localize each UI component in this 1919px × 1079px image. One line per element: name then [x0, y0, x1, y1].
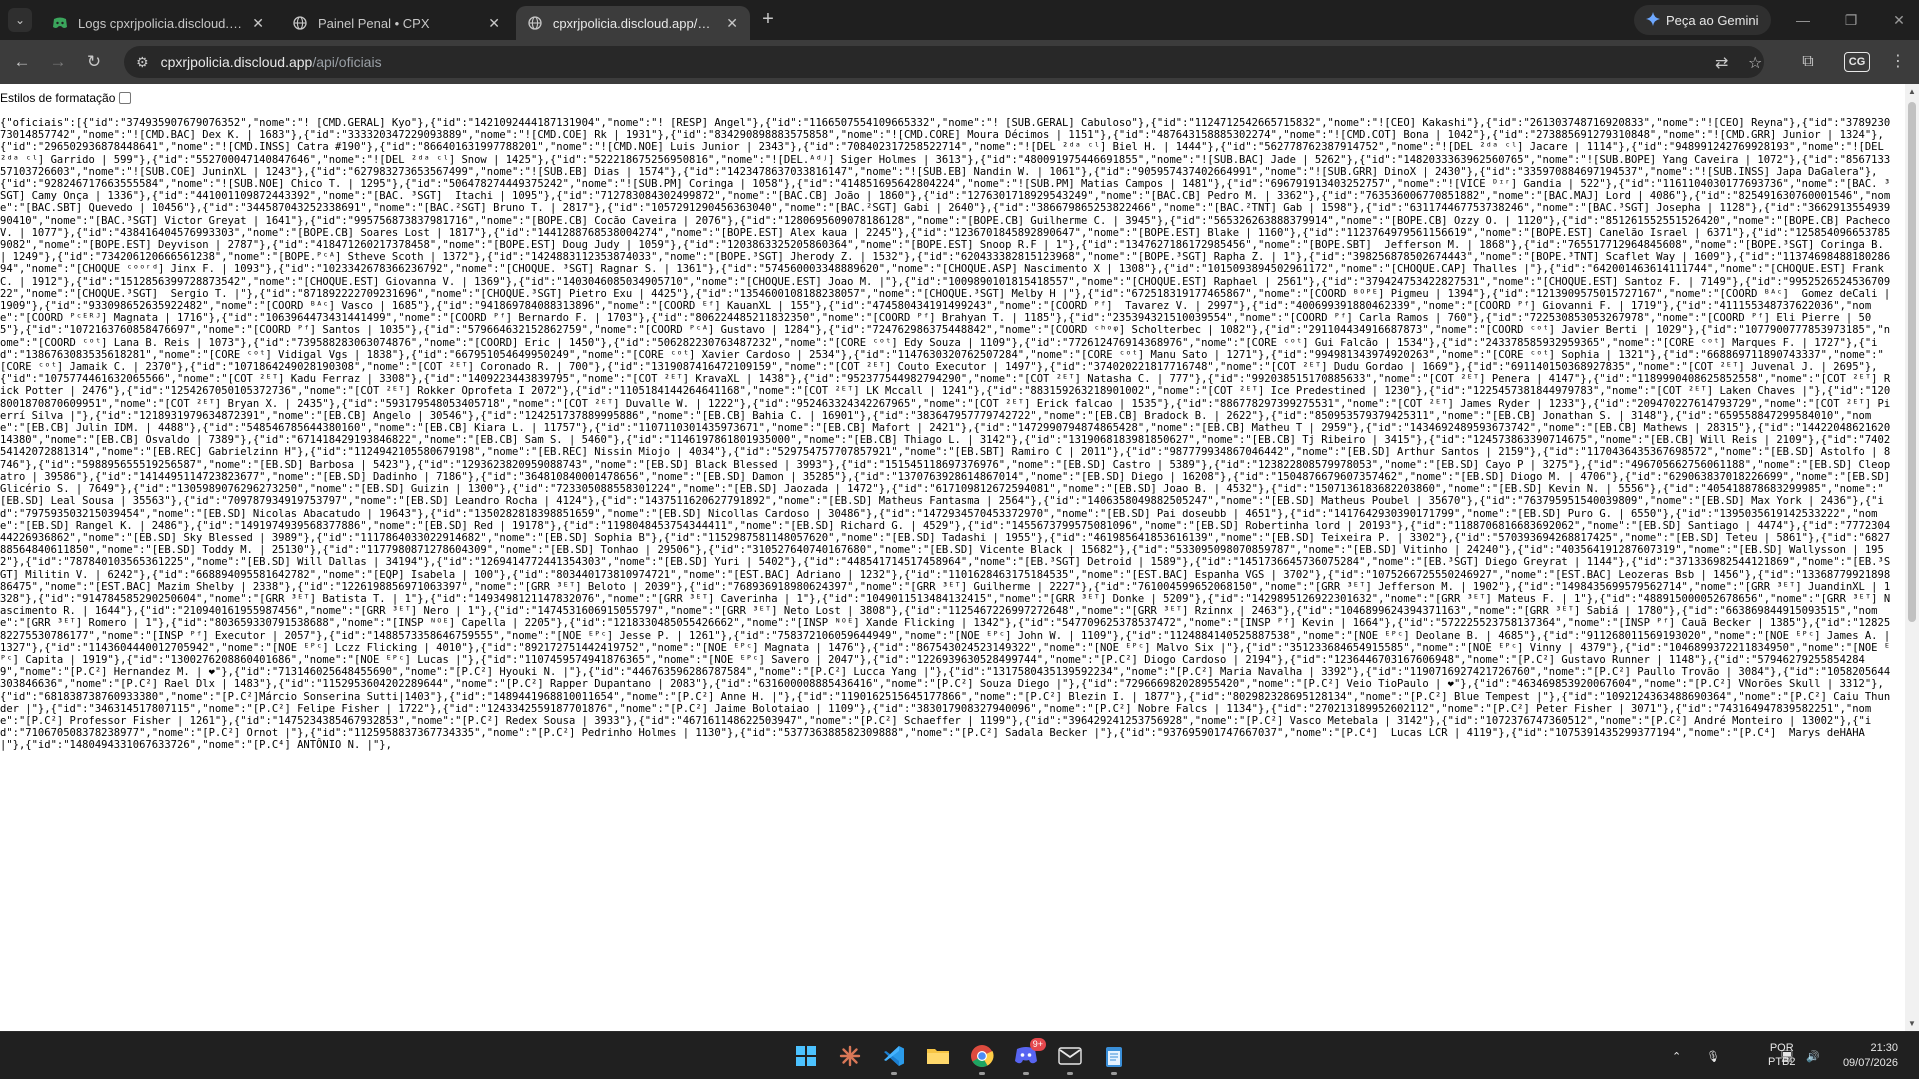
file-explorer-icon[interactable] — [922, 1040, 954, 1072]
scrollbar-thumb[interactable] — [1908, 102, 1916, 622]
microphone-icon[interactable]: 🎙 — [1706, 1032, 1720, 1079]
chrome-icon[interactable] — [966, 1040, 998, 1075]
more-menu-icon[interactable]: ⋮ — [1884, 49, 1912, 75]
close-tab-icon[interactable]: ✕ — [252, 15, 264, 32]
tab-search-button[interactable]: ⌄ — [8, 8, 32, 32]
tab-api-oficiais[interactable]: cpxrjpolicia.discloud.app/api/of ✕ — [516, 6, 750, 40]
restore-icon[interactable]: ❐ — [1836, 8, 1866, 32]
windows-start-icon[interactable] — [790, 1040, 822, 1072]
gmail-icon[interactable] — [1054, 1040, 1086, 1075]
tab-strip: ⌄ Logs cpxrjpolicia.discloud.app [ ✕ Pai… — [0, 0, 1919, 40]
globe-icon — [528, 15, 543, 31]
system-clock[interactable]: 21:30 09/07/2026 — [1836, 1041, 1898, 1071]
gemini-sparkle-icon — [1646, 11, 1660, 29]
tray-overflow-icon[interactable]: ⌃ — [1672, 1032, 1681, 1079]
new-tab-button[interactable]: + — [756, 8, 780, 32]
json-response-body: {"oficiais":[{"id":"374935907679076352",… — [0, 117, 1897, 752]
back-icon[interactable]: ← — [8, 49, 36, 75]
vscode-icon[interactable] — [878, 1040, 910, 1075]
running-indicator — [1067, 1072, 1073, 1075]
url-host: cpxrjpolicia.discloud.app — [160, 54, 313, 70]
bookmark-star-icon[interactable]: ☆ — [1748, 53, 1762, 73]
extensions-icon[interactable]: ⧉ — [1794, 49, 1822, 75]
site-info-icon[interactable]: ⚙ — [136, 54, 149, 71]
network-icon[interactable]: 🖥 — [1780, 1032, 1794, 1079]
vertical-scrollbar[interactable]: ▲ ▼ — [1905, 84, 1919, 1031]
running-indicator — [891, 1072, 897, 1075]
page-content: Estilos de formatação {"oficiais":[{"id"… — [0, 84, 1919, 1031]
close-tab-icon[interactable]: ✕ — [488, 15, 500, 32]
browser-toolbar: ← → ↻ ⚙ cpxrjpolicia.discloud.app/api/of… — [0, 40, 1919, 84]
running-indicator — [1023, 1072, 1029, 1075]
globe-icon — [292, 15, 308, 31]
forward-icon[interactable]: → — [44, 49, 72, 75]
scroll-up-icon[interactable]: ▲ — [1908, 87, 1916, 96]
close-window-icon[interactable]: ✕ — [1884, 8, 1914, 32]
running-indicator — [1111, 1072, 1117, 1075]
scroll-down-icon[interactable]: ▼ — [1908, 1019, 1916, 1028]
clock-date: 09/07/2026 — [1842, 1057, 1898, 1069]
running-indicator — [979, 1072, 985, 1075]
close-tab-icon[interactable]: ✕ — [726, 15, 738, 32]
windows-taskbar: 9+ ⌃ 🎙 POR PTB2 🖥 🔊 21:30 09/07/2026 — [0, 1031, 1919, 1079]
pretty-print-checkbox[interactable] — [119, 92, 132, 104]
profile-avatar[interactable]: CG — [1844, 52, 1870, 72]
reload-icon[interactable]: ↻ — [80, 49, 108, 75]
minimize-icon[interactable]: — — [1788, 8, 1818, 32]
volume-icon[interactable]: 🔊 — [1806, 1032, 1820, 1079]
tab-discord-logs[interactable]: Logs cpxrjpolicia.discloud.app [ ✕ — [40, 6, 276, 40]
address-bar[interactable]: ⚙ cpxrjpolicia.discloud.app/api/oficiais — [124, 46, 1764, 78]
tab-title: Painel Penal • CPX — [318, 15, 430, 31]
gemini-button[interactable]: Peça ao Gemini — [1634, 5, 1771, 35]
translate-icon[interactable]: ⇄ — [1715, 53, 1728, 73]
url-path: /api/oficiais — [312, 54, 382, 70]
pretty-print-label: Estilos de formatação — [0, 91, 116, 105]
tab-title: Logs cpxrjpolicia.discloud.app [ — [78, 15, 243, 31]
notification-badge: 9+ — [1029, 1038, 1046, 1051]
notepad-icon[interactable] — [1098, 1040, 1130, 1075]
claude-app-icon[interactable] — [834, 1040, 866, 1072]
pretty-print-toggle[interactable]: Estilos de formatação — [0, 88, 132, 108]
discord-icon — [52, 15, 68, 31]
clock-time: 21:30 — [1870, 1042, 1898, 1054]
tab-painel-penal[interactable]: Painel Penal • CPX ✕ — [280, 6, 512, 40]
discord-icon[interactable]: 9+ — [1010, 1038, 1046, 1075]
tab-title: cpxrjpolicia.discloud.app/api/of — [552, 15, 717, 31]
gemini-label: Peça ao Gemini — [1666, 12, 1759, 28]
